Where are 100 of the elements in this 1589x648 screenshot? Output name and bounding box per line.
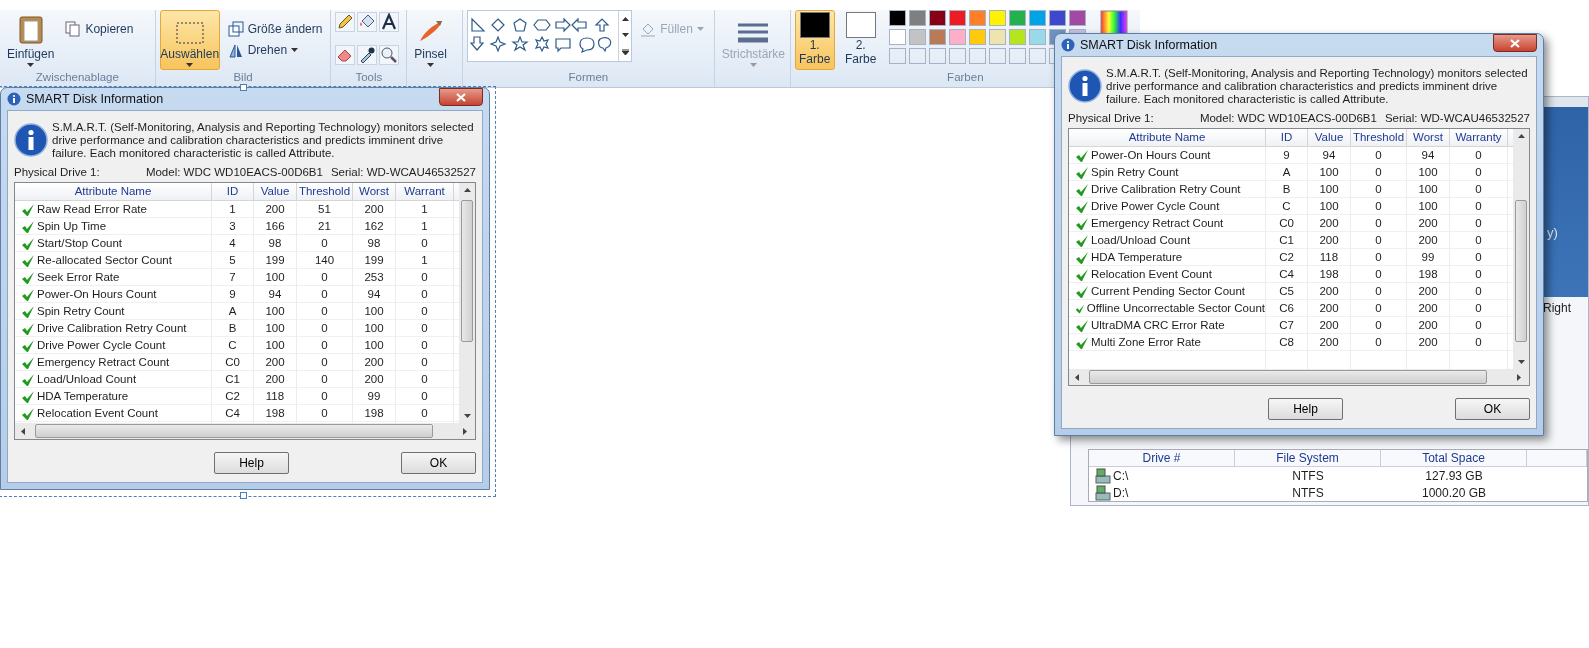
table-cell: 198 — [1407, 266, 1450, 283]
palette-color[interactable] — [968, 29, 986, 45]
column-header[interactable]: Worst — [1407, 129, 1450, 146]
table-cell-text: Drive Power Cycle Count — [1091, 199, 1220, 214]
pencil-icon[interactable] — [335, 12, 356, 32]
table-cell: 0 — [1450, 334, 1508, 351]
palette-color[interactable] — [928, 29, 946, 45]
palette-color[interactable] — [1048, 10, 1066, 26]
expand-icon[interactable] — [621, 49, 629, 55]
select-button[interactable]: Auswählen — [159, 10, 220, 70]
color-1-button[interactable]: 1. Farbe — [794, 10, 835, 70]
table-cell-text: Emergency Retract Count — [37, 355, 170, 370]
resize-handle[interactable] — [240, 84, 247, 91]
column-header[interactable]: Warrant — [396, 183, 454, 200]
palette-color[interactable] — [948, 29, 966, 45]
scroll-right-icon[interactable] — [463, 427, 467, 435]
empty-color-slot[interactable] — [948, 48, 966, 64]
column-header[interactable]: File System — [1235, 450, 1381, 466]
column-header[interactable]: ID — [212, 183, 254, 200]
text-tool-icon[interactable] — [379, 12, 400, 32]
palette-color[interactable] — [908, 29, 926, 45]
table-cell: 140 — [297, 252, 353, 269]
close-button[interactable] — [1493, 34, 1537, 52]
brushes-button[interactable]: Pinsel — [411, 10, 450, 70]
info-icon — [14, 123, 48, 157]
palette-color[interactable] — [988, 29, 1006, 45]
color-2-button[interactable]: 2. Farbe — [840, 10, 881, 70]
column-header[interactable]: Total Space — [1381, 450, 1527, 466]
column-header[interactable]: Drive # — [1089, 450, 1235, 466]
empty-color-slot[interactable] — [928, 48, 946, 64]
palette-color[interactable] — [1008, 10, 1026, 26]
palette-color[interactable] — [888, 29, 906, 45]
rotate-button[interactable]: Drehen — [225, 41, 325, 59]
scroll-thumb[interactable] — [461, 200, 473, 342]
column-header[interactable]: Attribute Name — [15, 183, 212, 200]
scroll-down-icon[interactable] — [463, 414, 471, 418]
copy-button[interactable]: Kopieren — [63, 20, 136, 38]
palette-color[interactable] — [1028, 10, 1046, 26]
table-cell: 200 — [254, 354, 297, 371]
palette-color[interactable] — [1068, 10, 1086, 26]
palette-color[interactable] — [908, 10, 926, 26]
table-cell: 1 — [396, 252, 454, 269]
ok-button[interactable]: OK — [401, 452, 476, 474]
scroll-thumb[interactable] — [35, 424, 433, 438]
empty-color-slot[interactable] — [988, 48, 1006, 64]
table-cell: A — [212, 303, 254, 320]
table-cell: 0 — [396, 337, 454, 354]
table-cell: C:\ — [1113, 468, 1129, 483]
scroll-right-icon[interactable] — [1517, 373, 1521, 381]
column-header[interactable]: ID — [1266, 129, 1308, 146]
paste-button[interactable]: Einfügen — [4, 10, 58, 70]
fill-bucket-icon[interactable] — [357, 12, 378, 32]
table-cell: 200 — [1407, 300, 1450, 317]
scroll-left-icon[interactable] — [1075, 373, 1079, 381]
ok-button[interactable]: OK — [1455, 398, 1530, 420]
vertical-scrollbar[interactable] — [1513, 129, 1529, 369]
resize-button[interactable]: Größe ändern — [225, 20, 325, 38]
table-cell: 200 — [1308, 283, 1351, 300]
empty-color-slot[interactable] — [888, 48, 906, 64]
column-header[interactable]: Attribute Name — [1069, 129, 1266, 146]
scroll-left-icon[interactable] — [21, 427, 25, 435]
palette-color[interactable] — [988, 10, 1006, 26]
column-header[interactable]: Worst — [353, 183, 396, 200]
column-header[interactable]: Warranty — [1450, 129, 1508, 146]
scroll-down-icon[interactable] — [1517, 360, 1525, 364]
scroll-up-icon[interactable] — [1517, 134, 1525, 138]
palette-color[interactable] — [888, 10, 906, 26]
horizontal-scrollbar[interactable] — [1069, 369, 1529, 385]
shapes-gallery[interactable] — [467, 10, 633, 62]
scroll-thumb[interactable] — [1515, 200, 1527, 342]
column-header[interactable]: Value — [1308, 129, 1351, 146]
column-header[interactable]: Threshold — [1351, 129, 1407, 146]
scroll-down-icon[interactable] — [621, 33, 629, 37]
table-cell: 94 — [353, 286, 396, 303]
empty-color-slot[interactable] — [1028, 48, 1046, 64]
palette-color[interactable] — [928, 10, 946, 26]
scroll-up-icon[interactable] — [621, 17, 629, 21]
table-cell-text: Power-On Hours Count — [1091, 148, 1211, 163]
palette-color[interactable] — [948, 10, 966, 26]
group-label: Formen — [568, 71, 609, 85]
empty-color-slot[interactable] — [908, 48, 926, 64]
help-button[interactable]: Help — [214, 452, 289, 474]
horizontal-scrollbar[interactable] — [15, 423, 475, 439]
palette-color[interactable] — [968, 10, 986, 26]
column-header[interactable]: Value — [254, 183, 297, 200]
empty-color-slot[interactable] — [1008, 48, 1026, 64]
column-header[interactable]: Threshold — [297, 183, 353, 200]
palette-color[interactable] — [1028, 29, 1046, 45]
scroll-thumb[interactable] — [1089, 370, 1487, 384]
resize-handle[interactable] — [240, 492, 247, 499]
close-button[interactable] — [439, 88, 483, 106]
palette-color[interactable] — [1008, 29, 1026, 45]
table-cell-text: NTFS — [1291, 485, 1325, 500]
magnifier-icon[interactable] — [379, 44, 400, 65]
scroll-up-icon[interactable] — [463, 188, 471, 192]
empty-color-slot[interactable] — [968, 48, 986, 64]
color-picker-icon[interactable] — [357, 44, 378, 65]
vertical-scrollbar[interactable] — [459, 183, 475, 423]
help-button[interactable]: Help — [1268, 398, 1343, 420]
eraser-icon[interactable] — [335, 44, 356, 65]
